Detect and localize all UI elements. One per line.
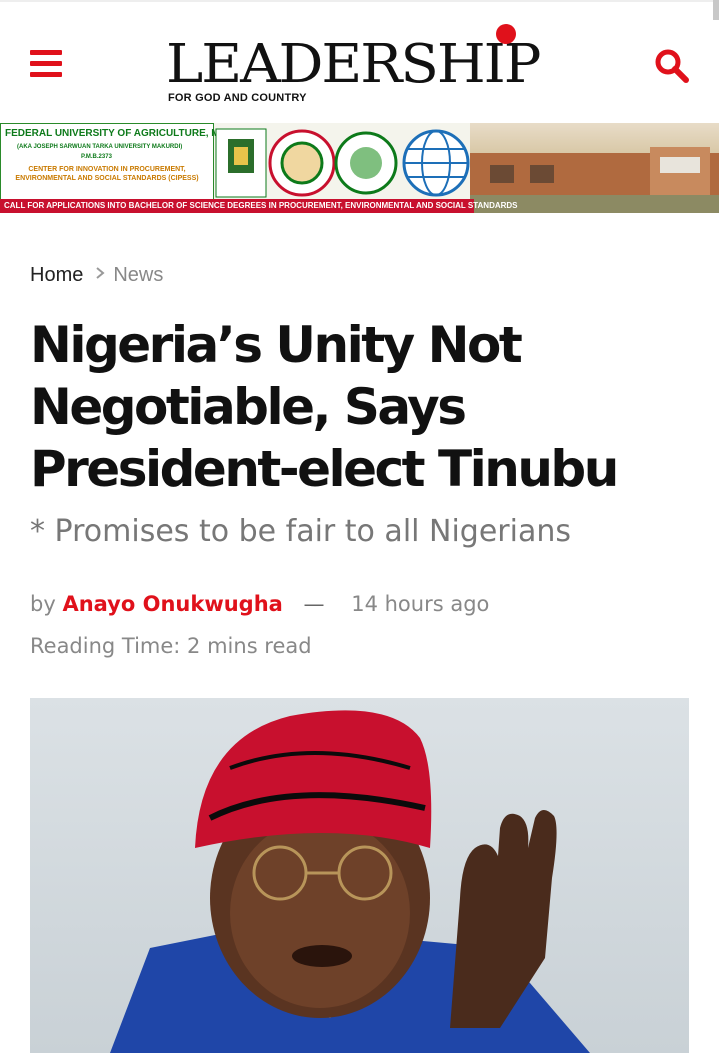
logo-tagline: FOR GOD AND COUNTRY (168, 92, 307, 104)
logo-wordmark: LEADERSHIP (166, 33, 541, 96)
banner-logos (214, 127, 470, 199)
banner-text-panel: FEDERAL UNIVERSITY OF AGRICULTURE, MAKUR… (0, 123, 259, 201)
banner-pmb: P.M.B.2373 (81, 154, 112, 160)
hamburger-menu-icon[interactable] (30, 50, 62, 78)
meta-separator: — (303, 592, 325, 616)
banner-building-photo (470, 123, 719, 213)
article-hero-image (30, 698, 689, 1053)
breadcrumb: Home News (30, 262, 163, 288)
breadcrumb-news[interactable]: News (113, 264, 163, 287)
site-header: LEADERSHIP FOR GOD AND COUNTRY (0, 0, 719, 124)
logo-red-dot (496, 24, 516, 44)
site-logo[interactable]: LEADERSHIP FOR GOD AND COUNTRY (160, 20, 560, 110)
article-subtitle: * Promises to be fair to all Nigerians (30, 514, 571, 549)
banner-aka: (AKA JOSEPH SARWUAN TARKA UNIVERSITY MAK… (17, 144, 183, 150)
advert-banner[interactable]: FEDERAL UNIVERSITY OF AGRICULTURE, MAKUR… (0, 123, 719, 213)
author-link[interactable]: Anayo Onukwugha (62, 592, 282, 616)
byline-prefix: by (30, 592, 56, 616)
publish-time: 14 hours ago (351, 592, 490, 616)
chevron-right-icon (95, 266, 105, 285)
search-icon[interactable] (654, 48, 690, 84)
breadcrumb-home[interactable]: Home (30, 264, 83, 287)
banner-center: CENTER FOR INNOVATION IN PROCUREMENT, EN… (15, 166, 199, 182)
article-meta: by Anayo Onukwugha — 14 hours ago (30, 592, 489, 616)
article-title: Nigeria’s Unity Not Negotiable, Says Pre… (30, 316, 619, 498)
banner-call-strip: CALL FOR APPLICATIONS INTO BACHELOR OF S… (0, 199, 518, 213)
reading-time: Reading Time: 2 mins read (30, 634, 312, 658)
scrollbar[interactable] (713, 0, 719, 20)
